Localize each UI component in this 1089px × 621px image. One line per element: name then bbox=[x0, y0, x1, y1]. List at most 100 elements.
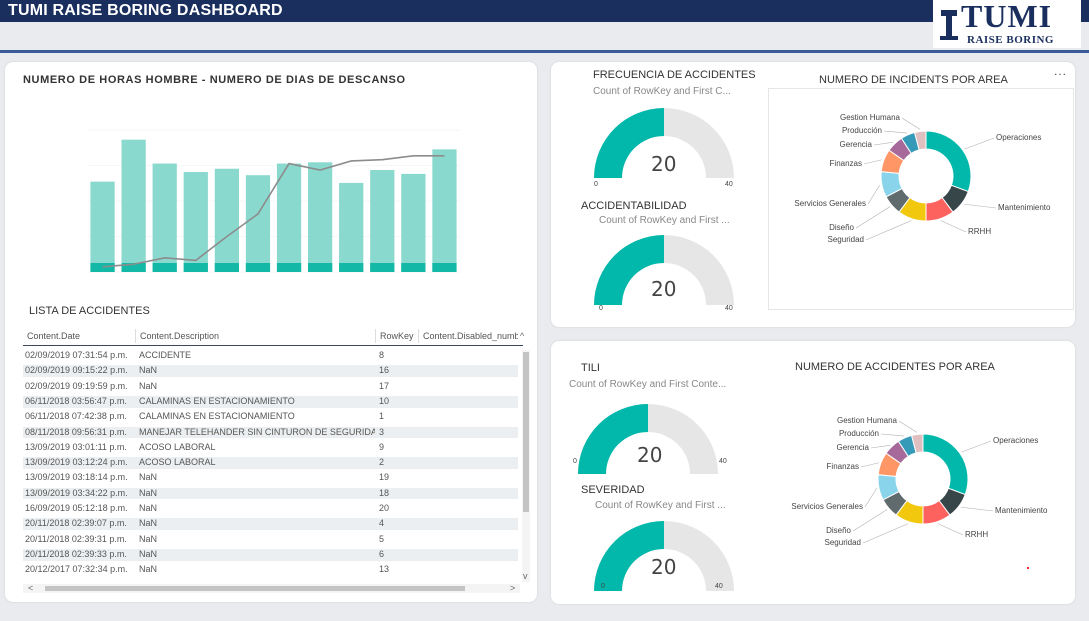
column-header-description[interactable]: Content.Description bbox=[135, 329, 375, 343]
cell-date: 20/11/2018 02:39:07 p.m. bbox=[25, 518, 127, 529]
combo-chart bbox=[65, 112, 485, 292]
donut-label-finanzas: Finanzas bbox=[826, 462, 859, 471]
horizontal-scrollbar[interactable]: < > bbox=[23, 584, 520, 593]
bar-base-august bbox=[308, 263, 333, 272]
cell-date: 02/09/2019 09:15:22 p.m. bbox=[25, 365, 128, 376]
cell-description: CALAMINAS EN ESTACIONAMIENTO bbox=[139, 395, 295, 406]
bar-base-december bbox=[432, 263, 457, 272]
donut-svg bbox=[852, 420, 994, 544]
cell-date: 16/09/2019 05:12:18 p.m. bbox=[25, 503, 128, 513]
table-row[interactable]: 02/09/2019 09:19:59 p.m. NaN 17 bbox=[23, 381, 518, 393]
bar-base-may bbox=[214, 263, 239, 272]
bar-november bbox=[401, 173, 426, 272]
bar-september bbox=[339, 182, 364, 272]
leader-line bbox=[855, 206, 891, 229]
leader-line bbox=[865, 220, 912, 241]
table-row[interactable]: 08/11/2018 09:56:31 p.m. MANEJAR TELEHAND… bbox=[23, 426, 518, 439]
cell-description: ACOSO LABORAL bbox=[139, 441, 216, 452]
scroll-up-icon[interactable]: ^ bbox=[520, 332, 524, 341]
cell-date: 13/09/2019 03:34:22 p.m. bbox=[25, 487, 128, 498]
gauge-max-accidentabilidad: 40 bbox=[725, 305, 733, 312]
donut-label-servicios-generales: Servicios Generales bbox=[791, 502, 863, 511]
leader-line bbox=[852, 509, 888, 532]
tumi-logo: TUMI RAISE BORING bbox=[933, 0, 1081, 48]
cell-rowkey: 9 bbox=[379, 441, 385, 452]
cell-description: NaN bbox=[139, 472, 158, 483]
logo-word: TUMI bbox=[961, 0, 1053, 34]
table-row[interactable]: 06/11/2018 07:42:38 p.m. CALAMINAS EN EST… bbox=[23, 411, 518, 423]
horizontal-scroll-thumb[interactable] bbox=[45, 586, 465, 591]
donut-label-diseño: Diseño bbox=[826, 526, 851, 535]
column-header-date[interactable]: Content.Date bbox=[23, 329, 135, 343]
table-row[interactable]: 02/09/2019 09:15:22 p.m. NaN 16 bbox=[23, 365, 518, 378]
header-divider bbox=[0, 50, 1089, 53]
table-row[interactable]: 20/12/2017 07:32:34 p.m. NaN 13 bbox=[23, 564, 518, 576]
table-row[interactable]: 13/09/2019 03:01:11 p.m. ACOSO LABORAL 9 bbox=[23, 442, 518, 454]
bar-february bbox=[121, 139, 146, 272]
scroll-right-icon[interactable]: > bbox=[510, 584, 515, 593]
leader-line bbox=[898, 420, 918, 433]
leader-line bbox=[901, 117, 921, 130]
gauge-subtitle-tili: Count of RowKey and First Conte... bbox=[569, 379, 727, 390]
table-row[interactable]: 20/11/2018 02:39:07 p.m. NaN 4 bbox=[23, 518, 518, 531]
logo-mark-icon bbox=[940, 10, 958, 40]
table-row[interactable]: 06/11/2018 03:56:47 p.m. CALAMINAS EN EST… bbox=[23, 395, 518, 408]
gauge-title-tili: TILI bbox=[581, 362, 600, 374]
cell-rowkey: 19 bbox=[379, 472, 390, 483]
gauge-max-frecuencia: 40 bbox=[725, 181, 733, 188]
combo-chart-title: NUMERO DE HORAS HOMBRE - NUMERO DE DIAS … bbox=[23, 74, 406, 86]
gauge-subtitle-frecuencia: Count of RowKey and First C... bbox=[593, 86, 731, 97]
cell-description: NaN bbox=[139, 380, 158, 391]
more-options-icon[interactable]: ... bbox=[1054, 64, 1067, 78]
bar-may bbox=[214, 168, 239, 272]
leader-line bbox=[867, 184, 881, 205]
cell-description: NaN bbox=[139, 487, 158, 498]
gauge-accidentabilidad: 20 0 40 bbox=[589, 227, 739, 312]
donut-label-mantenimiento: Mantenimiento bbox=[995, 506, 1048, 515]
table-row[interactable]: 16/09/2019 05:12:18 p.m. NaN 20 bbox=[23, 503, 518, 515]
cell-rowkey: 20 bbox=[379, 503, 390, 513]
cell-date: 06/11/2018 07:42:38 p.m. bbox=[25, 411, 127, 422]
gauge-min-accidentabilidad: 0 bbox=[599, 305, 603, 312]
bar-august bbox=[308, 162, 333, 272]
cell-description: CALAMINAS EN ESTACIONAMIENTO bbox=[139, 411, 295, 422]
bar-march bbox=[152, 163, 177, 272]
donut-label-producción: Producción bbox=[841, 126, 882, 135]
bar-base-january bbox=[90, 263, 115, 272]
cell-description: NaN bbox=[139, 518, 158, 529]
leader-line bbox=[863, 159, 882, 165]
cell-rowkey: 8 bbox=[379, 350, 385, 360]
donut-title-accidents: NUMERO DE ACCIDENTES POR AREA bbox=[795, 361, 995, 373]
bar-january bbox=[90, 181, 115, 272]
donut-label-rrhh: RRHH bbox=[968, 227, 992, 236]
table-row[interactable]: 20/11/2018 02:39:31 p.m. NaN 5 bbox=[23, 534, 518, 546]
vertical-scroll-thumb[interactable] bbox=[523, 352, 529, 512]
cell-date: 13/09/2019 03:01:11 p.m. bbox=[25, 441, 127, 452]
gauge-title-severidad: SEVERIDAD bbox=[581, 484, 645, 496]
leader-line bbox=[961, 440, 992, 453]
table-row[interactable]: 13/09/2019 03:18:14 p.m. NaN 19 bbox=[23, 472, 518, 484]
gauge-value-severidad: 20 bbox=[651, 555, 677, 579]
column-header-rowkey[interactable]: RowKey bbox=[375, 329, 418, 343]
gauge-min-tili: 0 bbox=[573, 458, 577, 465]
gauge-max-tili: 40 bbox=[719, 458, 727, 465]
donut-label-producción: Producción bbox=[838, 429, 879, 438]
table-row[interactable]: 02/09/2019 07:31:54 p.m. ACCIDENTE 8 bbox=[23, 350, 518, 362]
accidents-table: Content.Date Content.Description RowKey … bbox=[23, 324, 531, 596]
table-row[interactable]: 20/11/2018 02:39:33 p.m. NaN 6 bbox=[23, 548, 518, 561]
table-row[interactable]: 13/09/2019 03:12:24 p.m. ACOSO LABORAL 2 bbox=[23, 457, 518, 469]
scroll-down-icon[interactable]: v bbox=[523, 572, 528, 581]
bar-june bbox=[245, 175, 271, 272]
vertical-scrollbar[interactable] bbox=[522, 350, 530, 582]
bar-base-march bbox=[152, 263, 177, 272]
cell-description: NaN bbox=[139, 533, 158, 544]
cell-date: 20/11/2018 02:39:33 p.m. bbox=[25, 548, 127, 559]
donut-label-diseño: Diseño bbox=[829, 223, 854, 232]
cell-date: 13/09/2019 03:18:14 p.m. bbox=[25, 472, 128, 483]
bar-october bbox=[370, 170, 395, 272]
donut-label-operaciones: Operaciones bbox=[996, 133, 1042, 142]
table-row[interactable]: 13/09/2019 03:34:22 p.m. NaN 18 bbox=[23, 487, 518, 500]
column-header-disabled[interactable]: Content.Disabled_numbe bbox=[418, 329, 518, 343]
scroll-left-icon[interactable]: < bbox=[28, 584, 33, 593]
gauge-min-severidad: 0 bbox=[601, 583, 605, 590]
